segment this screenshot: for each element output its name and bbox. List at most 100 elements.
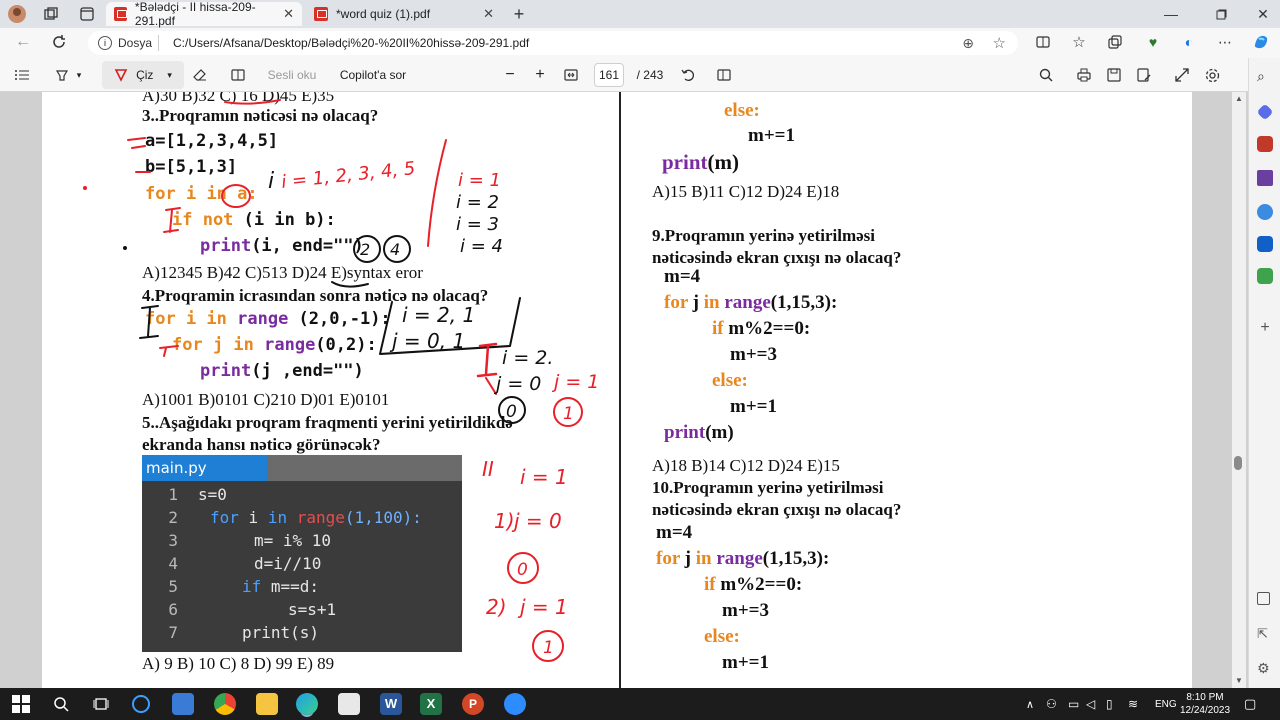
info-icon[interactable]: i [98,36,112,50]
address-scheme-label: Dosya [118,36,153,50]
workspaces-icon[interactable] [40,3,62,25]
ink-underline-c16 [224,99,281,105]
excel-icon[interactable]: X [420,693,442,715]
file-explorer-icon[interactable] [256,693,278,715]
search-icon[interactable] [50,693,72,715]
tray-wifi-icon[interactable]: ≋ [1128,688,1138,720]
highlight-tool-button[interactable]: ▾ [48,58,88,92]
new-tab-icon[interactable]: + [508,3,530,25]
tab-word-quiz-pdf[interactable]: *word quiz (1).pdf ✕ [306,2,502,26]
tray-network-icon[interactable]: ▭ [1068,688,1079,720]
tab-baladci-pdf[interactable]: *Bələdçi - II hissa-209-291.pdf ✕ [106,0,302,28]
ink-text-one: 1 [563,404,574,424]
tray-chevron-up-icon[interactable]: ∧ [1026,688,1034,720]
page-view-icon[interactable] [714,58,734,92]
eraser-icon[interactable] [190,58,210,92]
ink-text-i1: i = 1 [458,170,501,191]
outlook-icon[interactable] [1257,236,1273,252]
minimize-icon[interactable]: — [1160,3,1182,25]
maximize-icon[interactable] [1210,3,1232,25]
copilot-icon[interactable] [1250,31,1272,53]
tray-battery-icon[interactable]: ▯ [1106,688,1113,720]
back-icon[interactable]: ← [12,31,34,53]
search-icon[interactable] [1036,58,1056,92]
favorites-icon[interactable]: ☆ [1068,31,1090,53]
split-screen-icon[interactable] [1032,31,1054,53]
collections-icon[interactable] [1104,31,1126,53]
settings-menu-icon[interactable]: ⋯ [1214,31,1236,53]
sidebar-layout-icon[interactable] [1257,592,1270,605]
ask-copilot-button[interactable]: Copilot'a sor [332,58,414,92]
contents-icon[interactable] [12,58,32,92]
open-external-icon[interactable]: ⇱ [1257,626,1273,642]
save-icon[interactable] [1104,58,1124,92]
cortana-icon[interactable] [132,695,150,713]
games-icon[interactable] [1257,170,1273,186]
powerpoint-icon[interactable]: P [462,693,484,715]
read-aloud-button[interactable]: Sesli oku [262,58,322,92]
scrollbar-thumb[interactable] [1234,456,1242,470]
tools-icon[interactable] [1257,136,1273,152]
browser-essentials-icon[interactable]: ◐ [1178,31,1200,53]
favorite-star-icon[interactable]: ☆ [993,34,1006,52]
reading-view-icon[interactable] [228,58,248,92]
microsoft-365-icon[interactable] [1257,204,1273,220]
tray-clock[interactable]: 8:10 PM 12/24/2023 [1180,688,1230,720]
ink-underline-d24 [331,281,369,288]
search-icon[interactable]: ⌕ [1257,68,1273,84]
fit-to-page-icon[interactable] [561,58,581,92]
pdf-document-area[interactable]: A)30 B)32 C) 16 D)45 E)35 3..Proqramın n… [0,92,1248,688]
tab-actions-icon[interactable] [76,3,98,25]
word-icon[interactable]: W [380,693,402,715]
close-tab-icon[interactable]: ✕ [283,6,294,22]
pdf-toolbar: ▾ Çiz ▾ Sesli oku Copilot'a sor − + 161 … [0,58,1248,92]
vertical-scrollbar[interactable]: ▲ ▼ [1232,92,1246,688]
refresh-icon[interactable] [48,31,70,53]
ink-text-i-two: i = 2. [502,347,553,369]
rotate-icon[interactable] [678,58,698,92]
windows-start-icon[interactable] [10,693,32,715]
print-icon[interactable] [1074,58,1094,92]
scroll-down-icon[interactable]: ▼ [1235,676,1243,685]
discover-icon[interactable] [1256,103,1274,121]
ink-text-step1: 1) [494,509,515,533]
taskbar-stack-app-icon[interactable] [338,693,360,715]
page-number-input[interactable]: 161 [594,63,624,87]
save-as-icon[interactable] [1134,58,1154,92]
zoom-out-icon[interactable]: − [500,58,520,92]
chrome-icon[interactable] [214,693,236,715]
zoom-in-icon[interactable]: + [530,58,550,92]
extension-icon[interactable]: ♥ [1142,31,1164,53]
fullscreen-icon[interactable] [1172,58,1192,92]
ink-mark-I-q3 [163,207,181,233]
tray-volume-icon[interactable]: ◁ [1086,688,1095,720]
add-sidebar-icon[interactable]: + [1257,320,1273,336]
draw-label: Çiz [136,68,154,82]
ink-circle-a [221,184,251,208]
close-window-icon[interactable]: ✕ [1252,3,1274,25]
chevron-down-icon: ▾ [76,69,82,80]
notification-icon[interactable]: ▢ [1244,688,1256,720]
close-tab-icon[interactable]: ✕ [483,6,494,22]
address-bar[interactable]: i Dosya C:/Users/Afsana/Desktop/Bələdçi%… [88,31,1018,55]
taskbar-app-icon[interactable] [172,693,194,715]
ink-mark-I-q4 [139,305,159,339]
task-view-icon[interactable] [90,693,112,715]
pdf-settings-gear-icon[interactable] [1202,58,1222,92]
ink-text-i: i [268,169,274,194]
scroll-up-icon[interactable]: ▲ [1235,94,1243,103]
sidebar-settings-icon[interactable]: ⚙ [1257,660,1273,676]
drop-icon[interactable] [1257,268,1273,284]
draw-tool-button[interactable]: Çiz ▾ [102,61,184,89]
browser-tab-strip: *Bələdçi - II hissa-209-291.pdf ✕ *word … [0,0,1280,28]
address-path[interactable]: C:/Users/Afsana/Desktop/Bələdçi%20-%20II… [173,36,529,50]
tray-language[interactable]: ENG [1155,688,1177,720]
zoom-app-icon[interactable] [504,693,526,715]
ink-text-ii-j0: j = 0 [511,509,562,533]
zoom-icon[interactable]: ⊕ [962,35,974,52]
edge-icon[interactable] [296,693,318,715]
chevron-down-icon: ▾ [167,69,172,80]
tray-people-icon[interactable]: ⚇ [1046,688,1057,720]
ink-vertical-line [427,139,447,247]
profile-avatar[interactable] [6,3,28,25]
